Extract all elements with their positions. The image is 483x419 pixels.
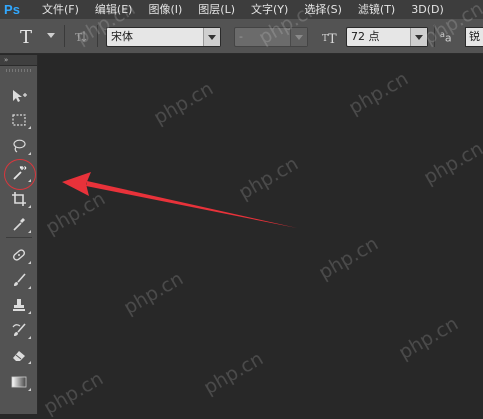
annotation-arrow-icon [62, 172, 297, 228]
